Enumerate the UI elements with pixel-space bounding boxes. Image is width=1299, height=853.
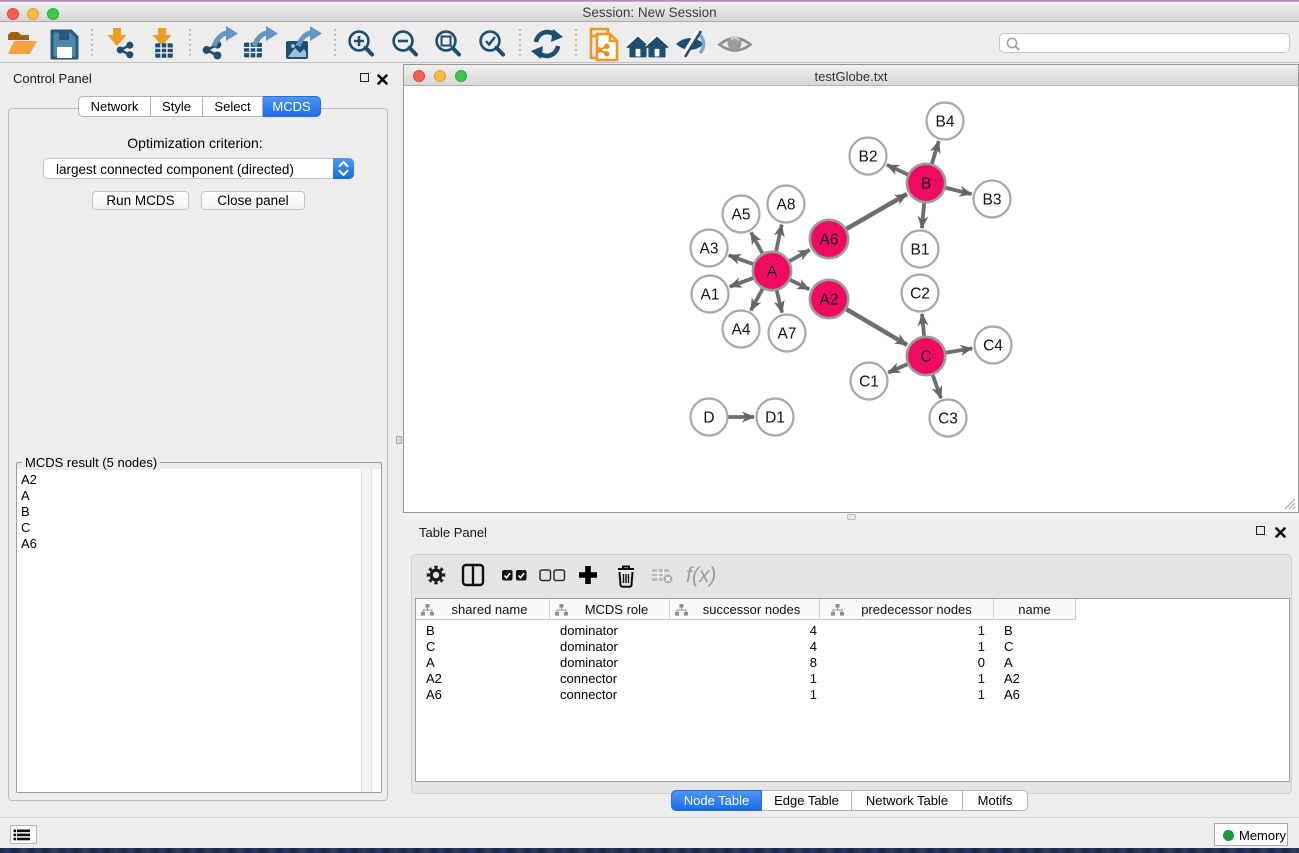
svg-text:f(x): f(x) bbox=[686, 564, 716, 587]
svg-text:C3: C3 bbox=[938, 411, 958, 428]
svg-text:D: D bbox=[703, 410, 714, 427]
svg-text:B4: B4 bbox=[936, 114, 955, 131]
svg-text:B1: B1 bbox=[911, 242, 930, 259]
svg-text:B2: B2 bbox=[859, 149, 878, 166]
svg-text:C: C bbox=[920, 349, 931, 366]
svg-text:C4: C4 bbox=[983, 338, 1003, 355]
svg-text:A8: A8 bbox=[777, 197, 796, 214]
svg-text:A5: A5 bbox=[732, 207, 751, 224]
svg-text:B3: B3 bbox=[983, 192, 1002, 209]
svg-text:C2: C2 bbox=[910, 286, 930, 303]
svg-text:A4: A4 bbox=[732, 322, 751, 339]
svg-text:B: B bbox=[921, 176, 931, 193]
svg-text:A: A bbox=[767, 264, 778, 281]
svg-text:A1: A1 bbox=[701, 287, 720, 304]
svg-text:A3: A3 bbox=[700, 241, 719, 258]
svg-text:A2: A2 bbox=[820, 292, 839, 309]
svg-text:C1: C1 bbox=[859, 374, 879, 391]
svg-text:A7: A7 bbox=[778, 326, 797, 343]
svg-text:D1: D1 bbox=[765, 410, 785, 427]
svg-text:A6: A6 bbox=[820, 232, 839, 249]
